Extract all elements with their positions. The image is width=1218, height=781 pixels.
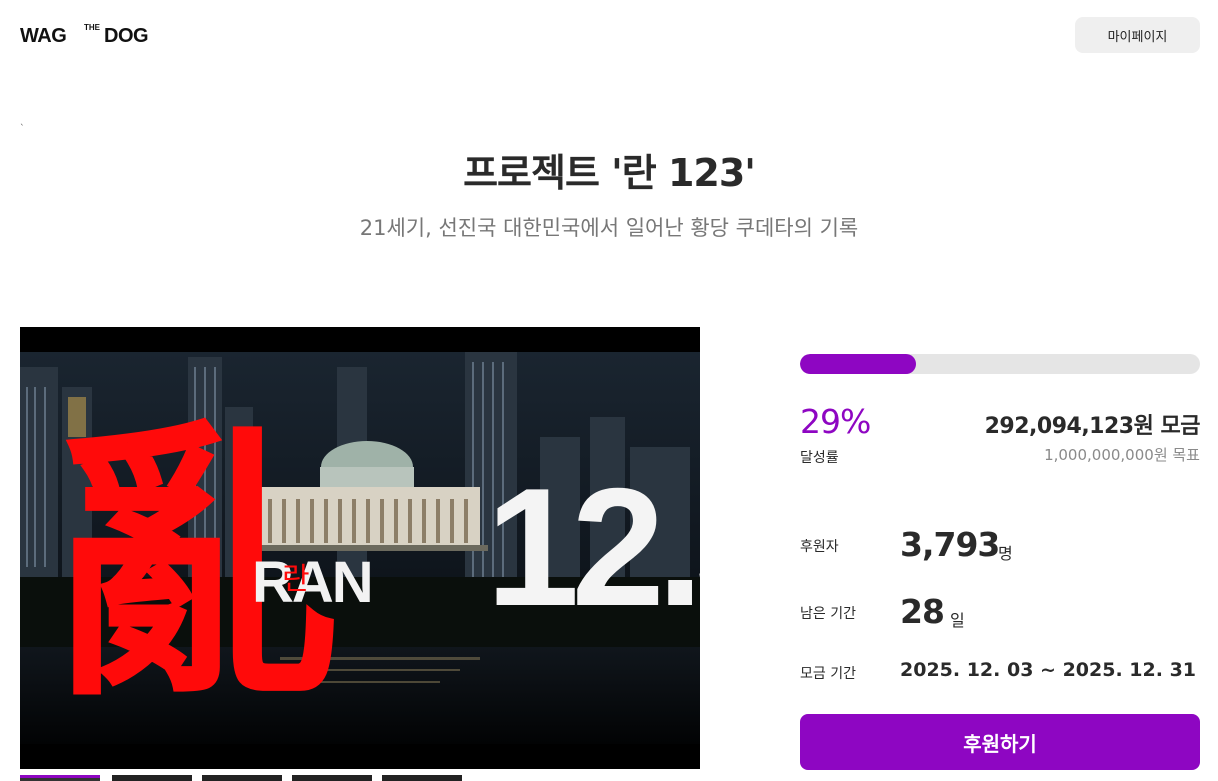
period-value: 2025. 12. 03 ~ 2025. 12. 31 [900,659,1197,681]
support-button[interactable]: 후원하기 [800,714,1200,770]
logo-dog: DOG [104,25,149,47]
poster-art: 亂 RAN 란 12.3 [20,327,700,769]
thumbnail[interactable] [112,775,192,781]
stray-mark: ` [20,124,25,134]
amount-raised: 292,094,123원 모금 [984,414,1201,439]
project-poster-image[interactable]: 亂 RAN 란 12.3 [20,327,700,769]
thumbnail[interactable] [20,775,100,781]
page-title: 프로젝트 '란 123' [463,151,756,195]
page-subtitle: 21세기, 선진국 대한민국에서 일어난 황당 쿠데타의 기록 [359,216,859,240]
poster-date-text: 12.3 [486,453,700,641]
backers-value: 3,793 [900,525,1000,564]
mypage-button[interactable]: 마이페이지 [1075,17,1200,53]
funding-progress-fill [800,354,916,374]
thumbnail[interactable] [382,775,462,781]
poster-ran-text: RAN [252,550,372,615]
funding-percent-caption: 달성률 [800,450,839,466]
backers-label: 후원자 [800,539,839,555]
remaining-unit: 일 [950,611,965,630]
thumbnail[interactable] [292,775,372,781]
period-label: 모금 기간 [800,666,856,682]
thumbnail[interactable] [202,775,282,781]
funding-goal: 1,000,000,000원 목표 [1044,446,1200,464]
remaining-value: 28 [900,592,945,631]
funding-percent: 29% [800,402,871,441]
logo-the: THE [84,23,100,32]
funding-progress-bar [800,354,1200,374]
poster-ran-hangul: 란 [282,562,310,597]
backers-unit: 명 [998,544,1013,563]
remaining-label: 남은 기간 [800,606,856,622]
logo-wag: WAG [20,25,67,47]
